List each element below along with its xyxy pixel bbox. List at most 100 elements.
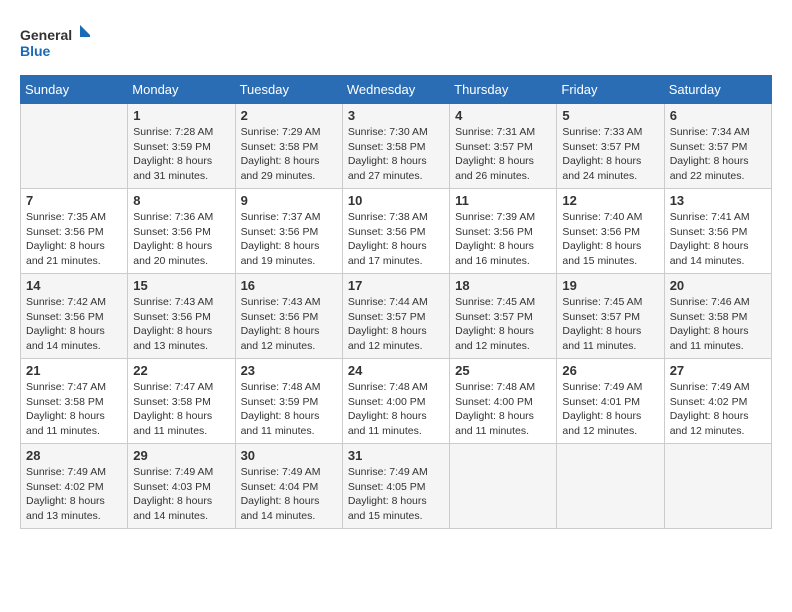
- day-info: Sunrise: 7:39 AM Sunset: 3:56 PM Dayligh…: [455, 210, 551, 269]
- day-number: 21: [26, 363, 122, 378]
- day-number: 10: [348, 193, 444, 208]
- day-number: 25: [455, 363, 551, 378]
- calendar-cell: [450, 444, 557, 529]
- day-info: Sunrise: 7:44 AM Sunset: 3:57 PM Dayligh…: [348, 295, 444, 354]
- calendar-cell: 2 Sunrise: 7:29 AM Sunset: 3:58 PM Daylig…: [235, 104, 342, 189]
- calendar-cell: 15 Sunrise: 7:43 AM Sunset: 3:56 PM Dayli…: [128, 274, 235, 359]
- week-row-3: 21 Sunrise: 7:47 AM Sunset: 3:58 PM Dayli…: [21, 359, 772, 444]
- day-info: Sunrise: 7:30 AM Sunset: 3:58 PM Dayligh…: [348, 125, 444, 184]
- calendar-cell: [664, 444, 771, 529]
- day-info: Sunrise: 7:49 AM Sunset: 4:04 PM Dayligh…: [241, 465, 337, 524]
- day-header-sunday: Sunday: [21, 76, 128, 104]
- day-header-thursday: Thursday: [450, 76, 557, 104]
- day-info: Sunrise: 7:47 AM Sunset: 3:58 PM Dayligh…: [133, 380, 229, 439]
- calendar-cell: 12 Sunrise: 7:40 AM Sunset: 3:56 PM Dayli…: [557, 189, 664, 274]
- calendar-cell: 29 Sunrise: 7:49 AM Sunset: 4:03 PM Dayli…: [128, 444, 235, 529]
- calendar-cell: 8 Sunrise: 7:36 AM Sunset: 3:56 PM Daylig…: [128, 189, 235, 274]
- calendar-cell: 21Sunrise: 7:47 AM Sunset: 3:58 PM Dayli…: [21, 359, 128, 444]
- header-row: SundayMondayTuesdayWednesdayThursdayFrid…: [21, 76, 772, 104]
- day-number: 2: [241, 108, 337, 123]
- week-row-2: 14 Sunrise: 7:42 AM Sunset: 3:56 PM Dayli…: [21, 274, 772, 359]
- day-number: 20: [670, 278, 766, 293]
- day-info: Sunrise: 7:49 AM Sunset: 4:03 PM Dayligh…: [133, 465, 229, 524]
- day-header-friday: Friday: [557, 76, 664, 104]
- day-number: 26: [562, 363, 658, 378]
- day-number: 13: [670, 193, 766, 208]
- day-number: 5: [562, 108, 658, 123]
- day-number: 17: [348, 278, 444, 293]
- calendar-cell: 7Sunrise: 7:35 AM Sunset: 3:56 PM Daylig…: [21, 189, 128, 274]
- day-number: 30: [241, 448, 337, 463]
- svg-text:General: General: [20, 27, 72, 43]
- day-number: 12: [562, 193, 658, 208]
- day-number: 23: [241, 363, 337, 378]
- day-number: 1: [133, 108, 229, 123]
- day-info: Sunrise: 7:48 AM Sunset: 4:00 PM Dayligh…: [348, 380, 444, 439]
- day-info: Sunrise: 7:36 AM Sunset: 3:56 PM Dayligh…: [133, 210, 229, 269]
- calendar-cell: 24 Sunrise: 7:48 AM Sunset: 4:00 PM Dayli…: [342, 359, 449, 444]
- day-header-tuesday: Tuesday: [235, 76, 342, 104]
- day-info: Sunrise: 7:49 AM Sunset: 4:02 PM Dayligh…: [670, 380, 766, 439]
- day-header-wednesday: Wednesday: [342, 76, 449, 104]
- day-number: 8: [133, 193, 229, 208]
- day-info: Sunrise: 7:29 AM Sunset: 3:58 PM Dayligh…: [241, 125, 337, 184]
- calendar-cell: 14 Sunrise: 7:42 AM Sunset: 3:56 PM Dayli…: [21, 274, 128, 359]
- calendar-cell: [21, 104, 128, 189]
- calendar-cell: 17 Sunrise: 7:44 AM Sunset: 3:57 PM Dayli…: [342, 274, 449, 359]
- day-info: Sunrise: 7:45 AM Sunset: 3:57 PM Dayligh…: [562, 295, 658, 354]
- calendar-cell: 10 Sunrise: 7:38 AM Sunset: 3:56 PM Dayli…: [342, 189, 449, 274]
- calendar-cell: 23Sunrise: 7:48 AM Sunset: 3:59 PM Dayli…: [235, 359, 342, 444]
- day-number: 7: [26, 193, 122, 208]
- day-info: Sunrise: 7:41 AM Sunset: 3:56 PM Dayligh…: [670, 210, 766, 269]
- day-info: Sunrise: 7:43 AM Sunset: 3:56 PM Dayligh…: [133, 295, 229, 354]
- logo: General Blue: [20, 20, 90, 65]
- day-info: Sunrise: 7:45 AM Sunset: 3:57 PM Dayligh…: [455, 295, 551, 354]
- day-info: Sunrise: 7:42 AM Sunset: 3:56 PM Dayligh…: [26, 295, 122, 354]
- day-number: 15: [133, 278, 229, 293]
- calendar-cell: 28Sunrise: 7:49 AM Sunset: 4:02 PM Dayli…: [21, 444, 128, 529]
- calendar-cell: 27Sunrise: 7:49 AM Sunset: 4:02 PM Dayli…: [664, 359, 771, 444]
- day-info: Sunrise: 7:43 AM Sunset: 3:56 PM Dayligh…: [241, 295, 337, 354]
- day-info: Sunrise: 7:31 AM Sunset: 3:57 PM Dayligh…: [455, 125, 551, 184]
- calendar-cell: 11 Sunrise: 7:39 AM Sunset: 3:56 PM Dayli…: [450, 189, 557, 274]
- calendar-table: SundayMondayTuesdayWednesdayThursdayFrid…: [20, 75, 772, 529]
- day-info: Sunrise: 7:37 AM Sunset: 3:56 PM Dayligh…: [241, 210, 337, 269]
- day-info: Sunrise: 7:34 AM Sunset: 3:57 PM Dayligh…: [670, 125, 766, 184]
- day-info: Sunrise: 7:40 AM Sunset: 3:56 PM Dayligh…: [562, 210, 658, 269]
- day-number: 22: [133, 363, 229, 378]
- day-info: Sunrise: 7:33 AM Sunset: 3:57 PM Dayligh…: [562, 125, 658, 184]
- day-number: 6: [670, 108, 766, 123]
- day-info: Sunrise: 7:49 AM Sunset: 4:01 PM Dayligh…: [562, 380, 658, 439]
- day-number: 31: [348, 448, 444, 463]
- week-row-0: 1 Sunrise: 7:28 AM Sunset: 3:59 PM Daylig…: [21, 104, 772, 189]
- day-info: Sunrise: 7:28 AM Sunset: 3:59 PM Dayligh…: [133, 125, 229, 184]
- calendar-cell: 30 Sunrise: 7:49 AM Sunset: 4:04 PM Dayli…: [235, 444, 342, 529]
- day-number: 18: [455, 278, 551, 293]
- calendar-cell: 9 Sunrise: 7:37 AM Sunset: 3:56 PM Daylig…: [235, 189, 342, 274]
- day-number: 9: [241, 193, 337, 208]
- day-number: 3: [348, 108, 444, 123]
- calendar-cell: 16Sunrise: 7:43 AM Sunset: 3:56 PM Dayli…: [235, 274, 342, 359]
- day-info: Sunrise: 7:38 AM Sunset: 3:56 PM Dayligh…: [348, 210, 444, 269]
- calendar-cell: 6 Sunrise: 7:34 AM Sunset: 3:57 PM Daylig…: [664, 104, 771, 189]
- day-number: 11: [455, 193, 551, 208]
- calendar-cell: 4Sunrise: 7:31 AM Sunset: 3:57 PM Daylig…: [450, 104, 557, 189]
- calendar-cell: 22 Sunrise: 7:47 AM Sunset: 3:58 PM Dayli…: [128, 359, 235, 444]
- day-info: Sunrise: 7:49 AM Sunset: 4:05 PM Dayligh…: [348, 465, 444, 524]
- day-number: 24: [348, 363, 444, 378]
- calendar-cell: 5 Sunrise: 7:33 AM Sunset: 3:57 PM Daylig…: [557, 104, 664, 189]
- calendar-cell: 18 Sunrise: 7:45 AM Sunset: 3:57 PM Dayli…: [450, 274, 557, 359]
- calendar-cell: 13 Sunrise: 7:41 AM Sunset: 3:56 PM Dayli…: [664, 189, 771, 274]
- calendar-cell: [557, 444, 664, 529]
- calendar-cell: 1 Sunrise: 7:28 AM Sunset: 3:59 PM Daylig…: [128, 104, 235, 189]
- day-number: 19: [562, 278, 658, 293]
- day-header-monday: Monday: [128, 76, 235, 104]
- svg-text:Blue: Blue: [20, 43, 51, 59]
- day-info: Sunrise: 7:48 AM Sunset: 4:00 PM Dayligh…: [455, 380, 551, 439]
- week-row-1: 7Sunrise: 7:35 AM Sunset: 3:56 PM Daylig…: [21, 189, 772, 274]
- day-number: 14: [26, 278, 122, 293]
- logo-svg: General Blue: [20, 20, 90, 65]
- calendar-cell: 25 Sunrise: 7:48 AM Sunset: 4:00 PM Dayli…: [450, 359, 557, 444]
- day-number: 29: [133, 448, 229, 463]
- header: General Blue: [20, 20, 772, 65]
